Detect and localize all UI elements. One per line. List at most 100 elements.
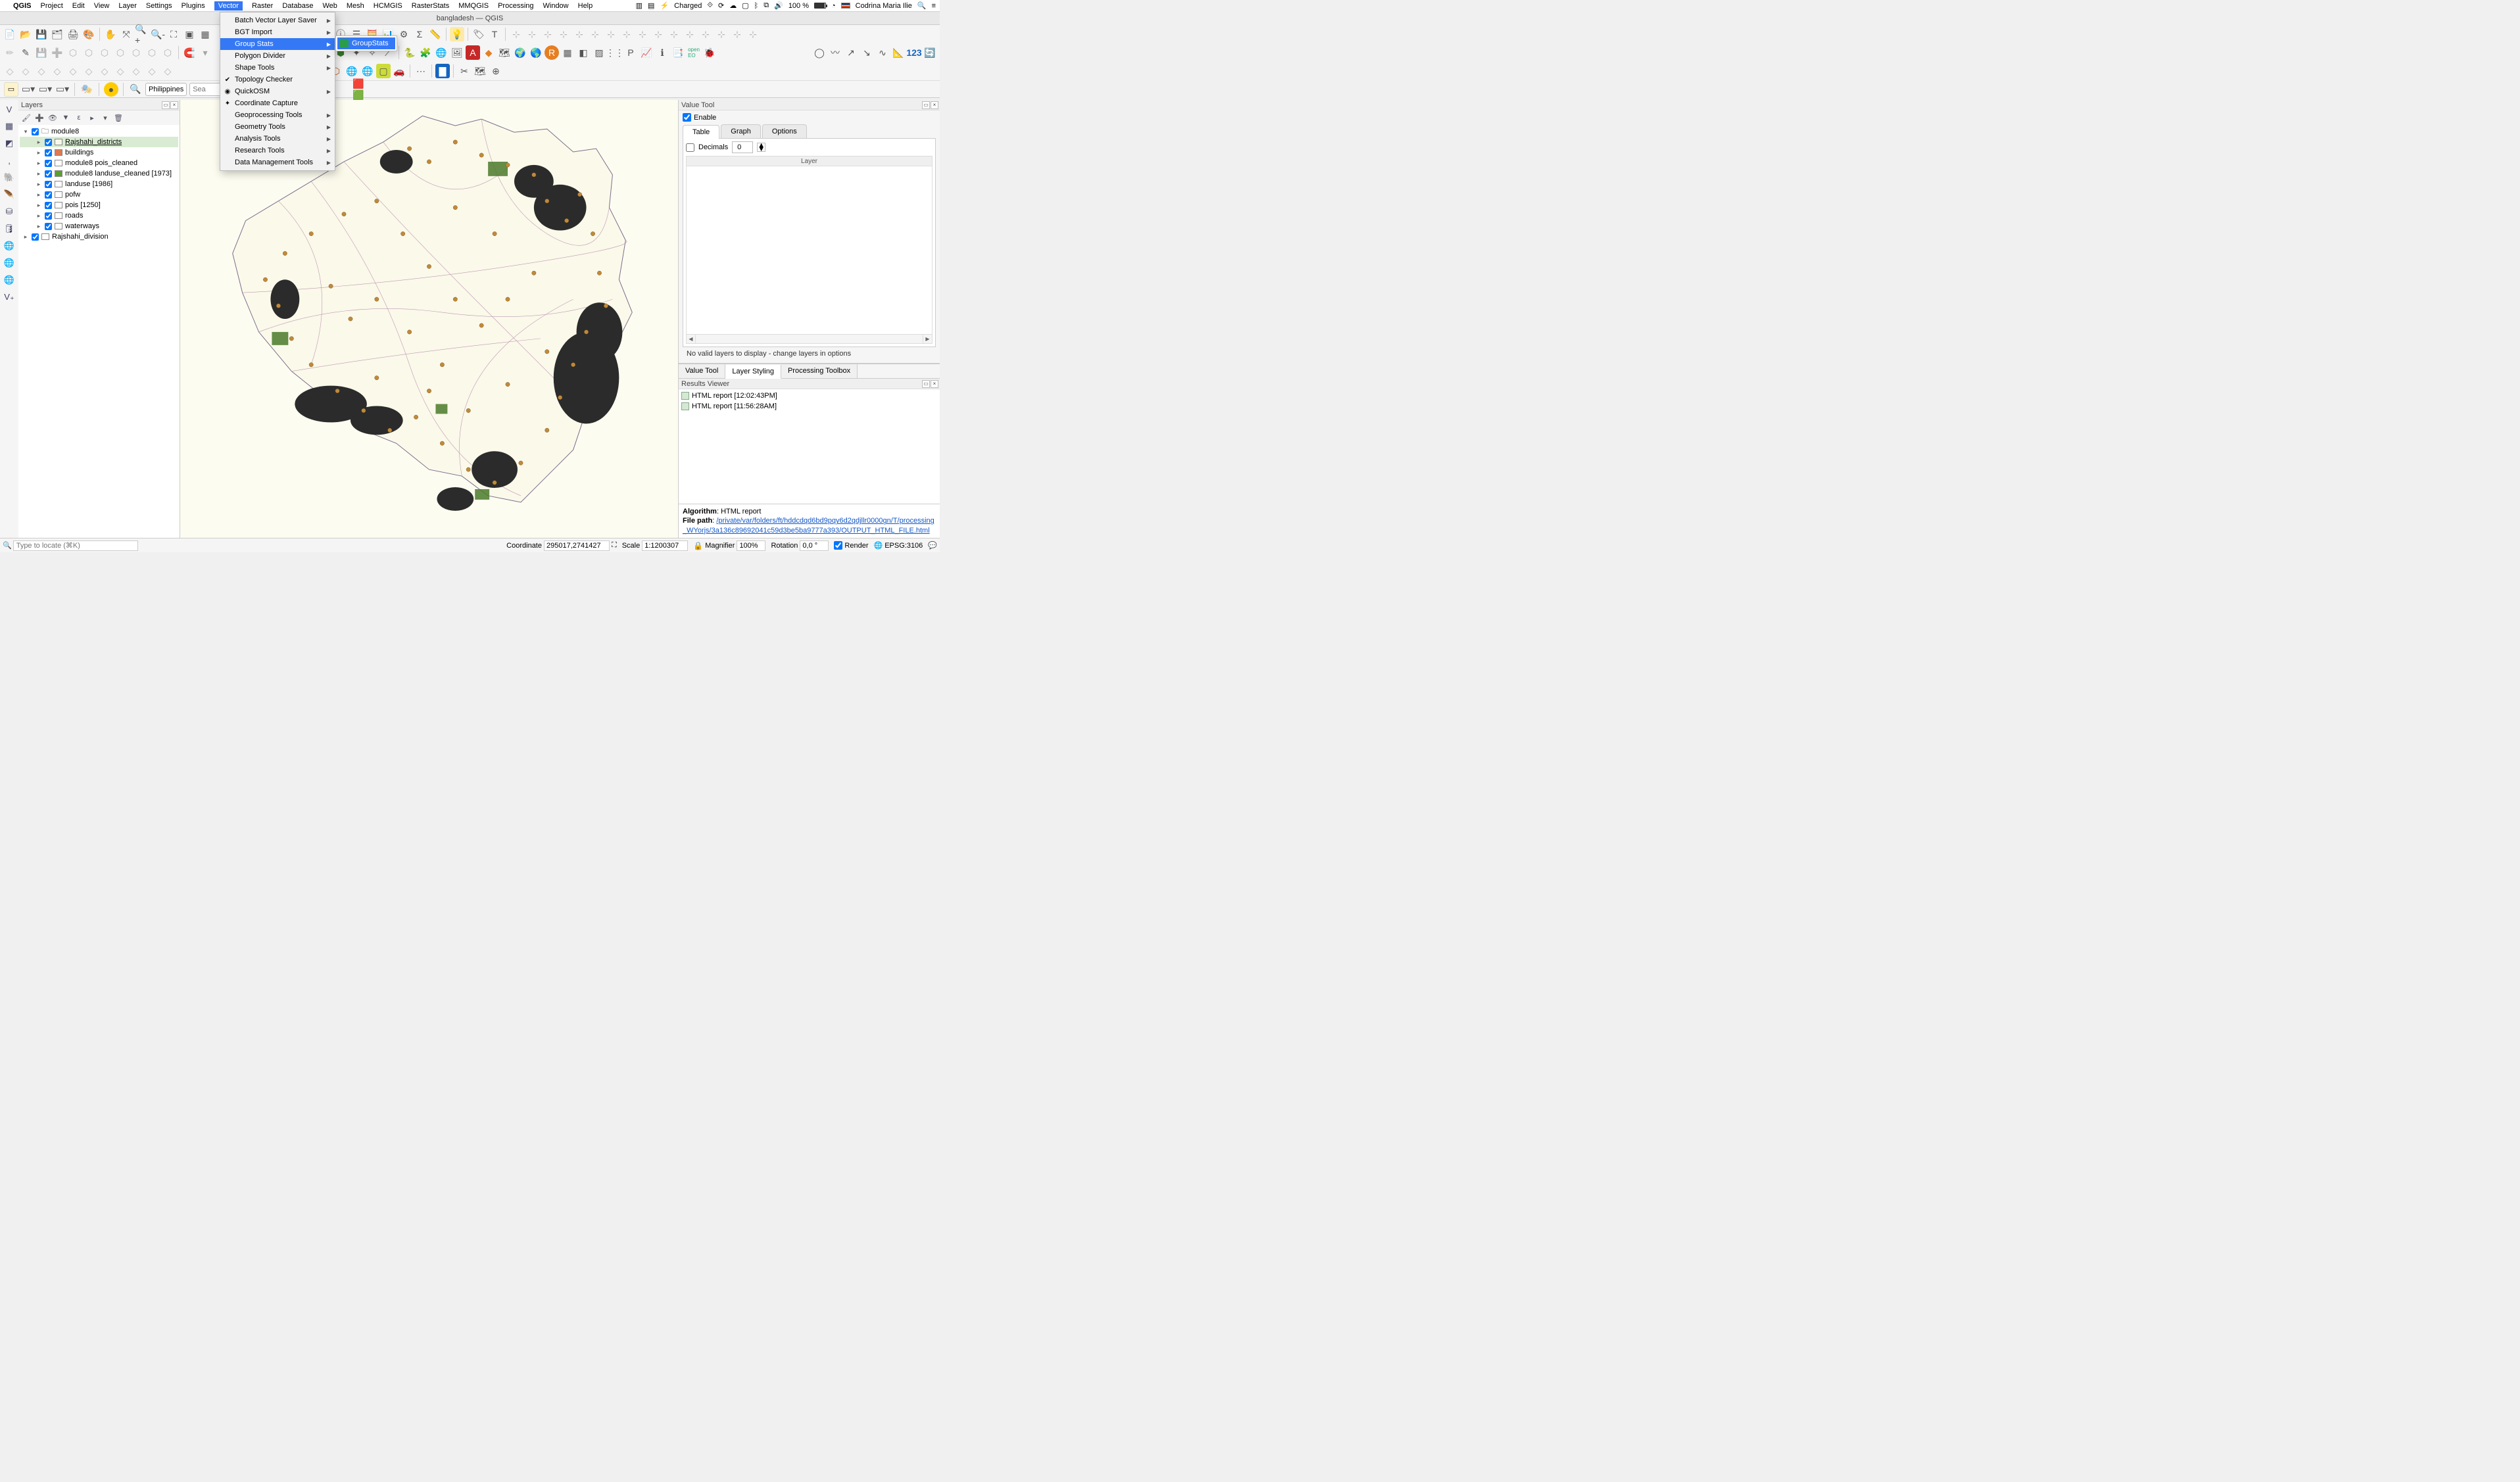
blue-tile-icon[interactable]: ▇ (435, 64, 450, 78)
lock-icon[interactable]: 🔒 (693, 541, 703, 550)
tool-d-icon[interactable]: ⬡ (113, 45, 128, 60)
row3-g-icon[interactable]: ◇ (97, 64, 112, 78)
menu-project[interactable]: Project (41, 2, 63, 10)
green-tile-icon[interactable]: ▢ (376, 64, 391, 78)
coord-input[interactable] (544, 540, 610, 551)
bluetooth-icon[interactable]: ᛒ (754, 2, 759, 10)
plugin-b-icon[interactable]: 🌐 (434, 45, 448, 60)
menu-web[interactable]: Web (322, 2, 337, 10)
row3-e-icon[interactable]: ◇ (66, 64, 80, 78)
lt-remove-icon[interactable]: 🗑 (113, 112, 124, 123)
menu-settings[interactable]: Settings (146, 2, 172, 10)
expand-icon[interactable]: ▸ (22, 233, 29, 241)
zoom-in-icon[interactable]: 🔍+ (135, 27, 149, 41)
info-icon[interactable]: ℹ (655, 45, 669, 60)
tab-graph[interactable]: Graph (721, 124, 761, 138)
decimals-checkbox[interactable] (686, 143, 694, 152)
measure2-icon[interactable]: 📐 (891, 45, 906, 60)
select-b-icon[interactable]: ▭▾ (21, 82, 36, 97)
expand-icon[interactable]: ▸ (36, 212, 42, 220)
snap15-icon[interactable]: ⊹ (730, 27, 744, 41)
layer-row[interactable]: ▸Rajshahi_districts (20, 137, 178, 147)
expand-icon[interactable]: ▸ (36, 191, 42, 199)
edit-save-icon[interactable]: 💾 (34, 45, 49, 60)
layer-visibility-checkbox[interactable] (45, 139, 52, 146)
layer-visibility-checkbox[interactable] (45, 160, 52, 167)
expand-icon[interactable]: ▸ (36, 181, 42, 188)
sigma-icon[interactable]: Σ (412, 27, 427, 41)
scale-input[interactable] (642, 540, 688, 551)
row3-b-icon[interactable]: ◇ (18, 64, 33, 78)
processing-icon[interactable]: ⚙ (397, 27, 411, 41)
plugin-f-icon[interactable]: 🌍 (513, 45, 527, 60)
grid-c-icon[interactable]: ▨ (592, 45, 606, 60)
zoom-selection-icon[interactable]: ▣ (182, 27, 197, 41)
panel-undock-icon[interactable]: ▭ (922, 380, 930, 388)
layer-row[interactable]: ▸pois [1250] (20, 200, 178, 210)
tab-table[interactable]: Table (683, 125, 719, 139)
row3-h-icon[interactable]: ◇ (113, 64, 128, 78)
edit-toggle-icon[interactable]: ✏ (3, 45, 17, 60)
lt-filter-icon[interactable]: ▼ (61, 112, 71, 123)
vector-menu-item[interactable]: Polygon Divider (220, 50, 335, 62)
row3-i-icon[interactable]: ◇ (129, 64, 143, 78)
layer-visibility-checkbox[interactable] (45, 191, 52, 199)
measure-icon[interactable]: 📏 (428, 27, 443, 41)
target-icon[interactable]: ⊕ (489, 64, 503, 78)
edit-pencil-icon[interactable]: ✎ (18, 45, 33, 60)
menu-processing[interactable]: Processing (498, 2, 533, 10)
layer-row[interactable]: ▸Rajshahi_division (20, 231, 178, 242)
clock-icon[interactable]: ◔ (831, 2, 836, 10)
enable-checkbox[interactable] (683, 113, 691, 122)
snap10-icon[interactable]: ⊹ (651, 27, 666, 41)
lt-add-group-icon[interactable]: ➕ (34, 112, 45, 123)
charged-icon[interactable]: ⚡ (660, 1, 669, 10)
select-c-icon[interactable]: ▭▾ (38, 82, 53, 97)
lt-wcs-icon[interactable]: 🌐 (3, 256, 16, 270)
lt-mssql-icon[interactable]: ⛁ (3, 205, 16, 218)
submenu-groupstats[interactable]: GroupStats (337, 37, 395, 49)
menu-plugins[interactable]: Plugins (182, 2, 205, 10)
vector-menu-item[interactable]: Data Management Tools (220, 156, 335, 168)
layer-row[interactable]: ▸module8 landuse_cleaned [1973] (20, 168, 178, 179)
btab-valuetool[interactable]: Value Tool (679, 364, 725, 378)
scroll-left-icon[interactable]: ◀ (687, 335, 696, 343)
plugin-g-icon[interactable]: 🌎 (529, 45, 543, 60)
openeo-icon[interactable]: openEO (687, 45, 701, 60)
ring-icon[interactable]: ◯ (812, 45, 827, 60)
open-project-icon[interactable]: 📂 (18, 27, 33, 41)
render-checkbox[interactable] (834, 541, 842, 550)
save-icon[interactable]: 💾 (34, 27, 49, 41)
curve-d-icon[interactable]: ∿ (875, 45, 890, 60)
panel-close-icon[interactable]: × (931, 101, 938, 109)
menu-edit[interactable]: Edit (72, 2, 85, 10)
row3-c-icon[interactable]: ◇ (34, 64, 49, 78)
layer-visibility-checkbox[interactable] (45, 149, 52, 156)
tray-icon[interactable]: ▤ (648, 1, 654, 10)
pan-icon[interactable]: ✋ (103, 27, 118, 41)
flag-icon[interactable] (841, 3, 850, 9)
snap9-icon[interactable]: ⊹ (635, 27, 650, 41)
plugin-d-icon[interactable]: ◆ (481, 45, 496, 60)
snap-icon[interactable]: ⊹ (509, 27, 523, 41)
zoom-out-icon[interactable]: 🔍- (151, 27, 165, 41)
layer-row[interactable]: ▸waterways (20, 221, 178, 231)
lt-collapse-icon[interactable]: ▾ (100, 112, 110, 123)
locator-search-icon[interactable]: 🔍 (3, 541, 12, 550)
snap8-icon[interactable]: ⊹ (619, 27, 634, 41)
tool-f-icon[interactable]: ⬡ (145, 45, 159, 60)
globe2-icon[interactable]: 🌐 (360, 64, 375, 78)
menu-view[interactable]: View (94, 2, 110, 10)
layer-visibility-checkbox[interactable] (45, 212, 52, 220)
pca-icon[interactable]: P (623, 45, 638, 60)
control-center-icon[interactable]: ≡ (932, 2, 936, 10)
vector-menu-item[interactable]: ✦Coordinate Capture (220, 97, 335, 109)
volume-icon[interactable]: 🔊 (774, 1, 783, 10)
menu-layer[interactable]: Layer (118, 2, 137, 10)
panel-close-icon[interactable]: × (931, 380, 938, 388)
locator-input[interactable] (13, 540, 138, 551)
lt-wfs-icon[interactable]: 🌐 (3, 274, 16, 287)
snap5-icon[interactable]: ⊹ (572, 27, 587, 41)
refresh-icon[interactable]: 🔄 (923, 45, 937, 60)
route-icon[interactable]: 🗺 (473, 64, 487, 78)
